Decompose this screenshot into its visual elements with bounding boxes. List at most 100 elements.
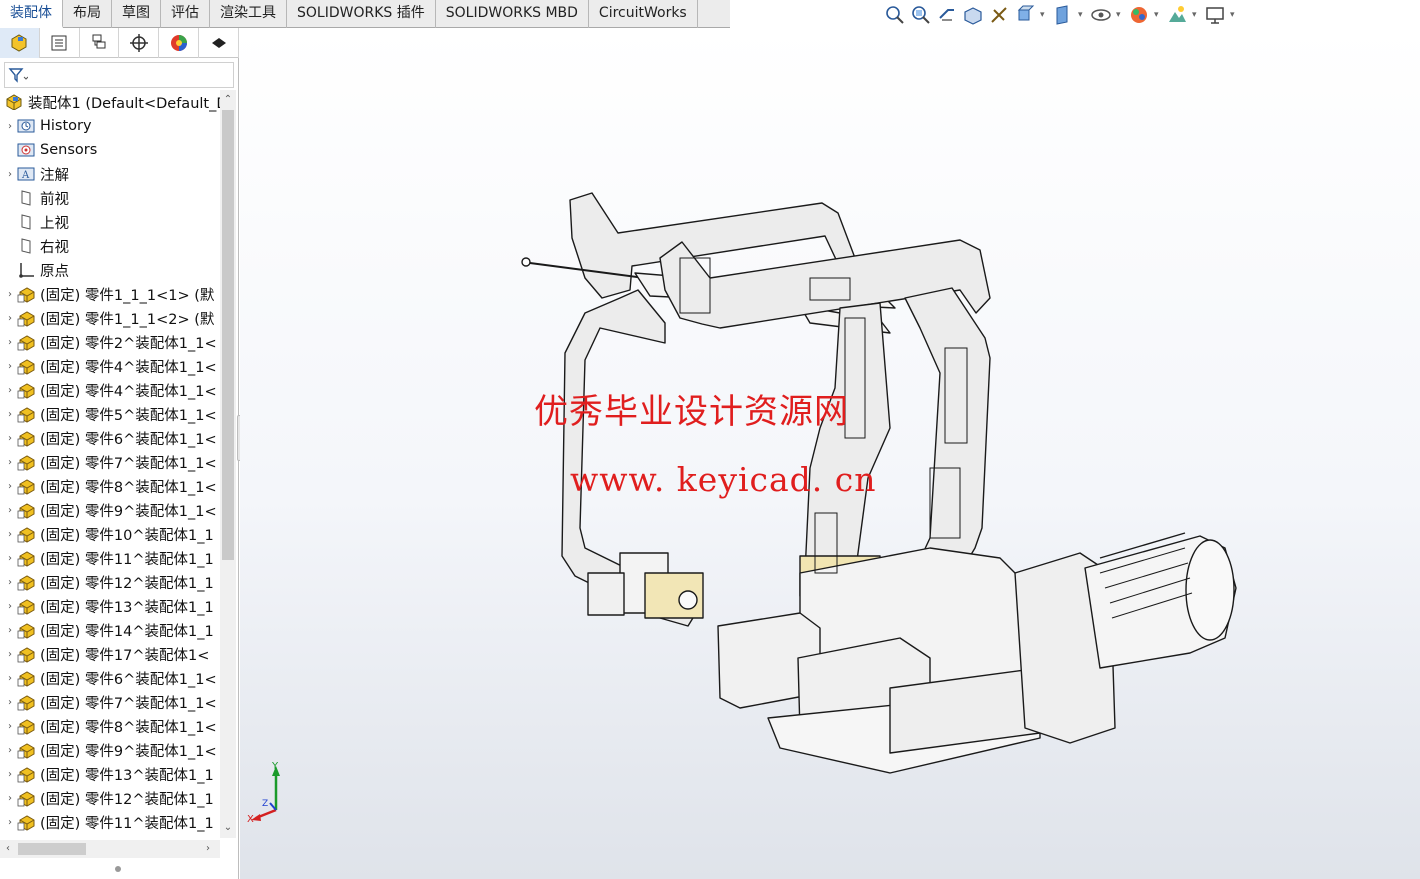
featuremanager-icon[interactable]	[0, 28, 40, 58]
tree-item[interactable]: › (固定) 零件12^装配体1_1	[0, 786, 220, 810]
configurationmanager-icon[interactable]	[80, 28, 120, 58]
tab-0[interactable]: 装配体	[0, 0, 63, 28]
view-settings-icon[interactable]	[1204, 4, 1226, 26]
tree-item[interactable]: › (固定) 零件13^装配体1_1	[0, 594, 220, 618]
expand-caret-icon[interactable]: ›	[4, 649, 16, 660]
tab-5[interactable]: SOLIDWORKS 插件	[287, 0, 436, 28]
tree-root[interactable]: 装配体1 (Default<Default_D	[0, 90, 220, 114]
expand-caret-icon[interactable]: ›	[4, 745, 16, 756]
tree-item[interactable]: › (固定) 零件7^装配体1_1<	[0, 690, 220, 714]
tree-item[interactable]: › (固定) 零件7^装配体1_1<	[0, 450, 220, 474]
propertymanager-icon[interactable]	[40, 28, 80, 58]
horizontal-scroll-thumb[interactable]	[18, 843, 86, 855]
expand-caret-icon[interactable]: ›	[4, 433, 16, 444]
scroll-up-icon[interactable]: ⌃	[220, 92, 236, 108]
tree-item[interactable]: › (固定) 零件4^装配体1_1<	[0, 378, 220, 402]
tree-item[interactable]: › (固定) 零件14^装配体1_1	[0, 618, 220, 642]
tree-item[interactable]: › (固定) 零件10^装配体1_1	[0, 522, 220, 546]
edit-appearance-icon[interactable]	[1128, 4, 1150, 26]
scroll-left-icon[interactable]: ‹	[0, 841, 16, 857]
chevron-down-icon[interactable]: ▾	[1192, 10, 1200, 20]
zoom-to-area-icon[interactable]	[910, 4, 932, 26]
section-view-icon[interactable]	[962, 4, 984, 26]
tree-item[interactable]: › (固定) 零件11^装配体1_1	[0, 810, 220, 834]
tree-item[interactable]: › History	[0, 114, 220, 138]
tree-item[interactable]: › A 注解	[0, 162, 220, 186]
tree-item[interactable]: › (固定) 零件5^装配体1_1<	[0, 402, 220, 426]
tree-item[interactable]: › (固定) 零件11^装配体1_1	[0, 546, 220, 570]
tab-7[interactable]: CircuitWorks	[589, 0, 698, 28]
tree-item[interactable]: 右视	[0, 234, 220, 258]
expand-caret-icon[interactable]: ›	[4, 769, 16, 780]
expand-caret-icon[interactable]: ›	[4, 601, 16, 612]
tree-item[interactable]: › (固定) 零件13^装配体1_1	[0, 762, 220, 786]
tab-3[interactable]: 评估	[161, 0, 210, 28]
previous-view-icon[interactable]	[936, 4, 958, 26]
tree-item[interactable]: › (固定) 零件4^装配体1_1<	[0, 354, 220, 378]
hide-show-items-icon[interactable]	[1090, 4, 1112, 26]
tree-horizontal-scrollbar[interactable]: ‹ ›	[0, 840, 220, 858]
expand-caret-icon[interactable]: ›	[4, 529, 16, 540]
expand-caret-icon[interactable]: ›	[4, 793, 16, 804]
expand-caret-icon[interactable]: ›	[4, 289, 16, 300]
scroll-thumb[interactable]	[222, 110, 234, 560]
expand-caret-icon[interactable]: ›	[4, 409, 16, 420]
cam-icon[interactable]	[199, 28, 239, 58]
expand-caret-icon[interactable]: ›	[4, 169, 16, 180]
chevron-down-icon[interactable]: ▾	[1230, 10, 1238, 20]
tree-item[interactable]: › (固定) 零件17^装配体1<	[0, 642, 220, 666]
expand-caret-icon[interactable]: ›	[4, 697, 16, 708]
expand-caret-icon[interactable]: ›	[4, 505, 16, 516]
tree-item[interactable]: › (固定) 零件2^装配体1_1<	[0, 330, 220, 354]
expand-caret-icon[interactable]: ›	[4, 817, 16, 828]
tree-vertical-scrollbar[interactable]: ⌃ ⌄	[220, 90, 236, 838]
expand-caret-icon[interactable]: ›	[4, 625, 16, 636]
tree-item[interactable]: › (固定) 零件8^装配体1_1<	[0, 714, 220, 738]
tree-item[interactable]: › (固定) 零件1_1_1<1> (默	[0, 282, 220, 306]
expand-caret-icon[interactable]: ›	[4, 385, 16, 396]
tree-item[interactable]: › (固定) 零件9^装配体1_1<	[0, 498, 220, 522]
expand-caret-icon[interactable]: ›	[4, 337, 16, 348]
expand-caret-icon[interactable]: ›	[4, 553, 16, 564]
tree-item[interactable]: › (固定) 零件1_1_1<2> (默	[0, 306, 220, 330]
expand-caret-icon[interactable]: ›	[4, 673, 16, 684]
scroll-right-icon[interactable]: ›	[200, 841, 216, 857]
expand-caret-icon[interactable]: ›	[4, 457, 16, 468]
view-orientation-icon[interactable]	[1014, 4, 1036, 26]
dynamic-annotation-icon[interactable]	[988, 4, 1010, 26]
tab-2[interactable]: 草图	[112, 0, 161, 28]
graphics-area[interactable]: 优秀毕业设计资源网 www. keyicad. cn Y X Z	[240, 28, 1420, 879]
tree-item[interactable]: 原点	[0, 258, 220, 282]
expand-caret-icon[interactable]: ›	[4, 313, 16, 324]
pane-resize-grip[interactable]	[115, 866, 121, 872]
display-style-icon[interactable]	[1052, 4, 1074, 26]
tree-item[interactable]: › (固定) 零件6^装配体1_1<	[0, 426, 220, 450]
tree-item[interactable]: › (固定) 零件12^装配体1_1	[0, 570, 220, 594]
tree-item[interactable]: Sensors	[0, 138, 220, 162]
tree-item[interactable]: › (固定) 零件9^装配体1_1<	[0, 738, 220, 762]
apply-scene-icon[interactable]	[1166, 4, 1188, 26]
assembly-model[interactable]	[240, 28, 1420, 879]
tab-1[interactable]: 布局	[63, 0, 112, 28]
expand-caret-icon[interactable]: ›	[4, 721, 16, 732]
chevron-down-icon[interactable]: ▾	[1154, 10, 1162, 20]
tree-item[interactable]: › (固定) 零件6^装配体1_1<	[0, 666, 220, 690]
expand-caret-icon[interactable]: ›	[4, 121, 16, 132]
zoom-to-fit-icon[interactable]	[884, 4, 906, 26]
expand-caret-icon[interactable]: ›	[4, 481, 16, 492]
dimxpertmanager-icon[interactable]	[119, 28, 160, 58]
tab-4[interactable]: 渲染工具	[210, 0, 287, 28]
scroll-down-icon[interactable]: ⌄	[220, 820, 236, 836]
chevron-down-icon[interactable]: ▾	[1040, 10, 1048, 20]
tree-item[interactable]: 前视	[0, 186, 220, 210]
expand-caret-icon[interactable]: ›	[4, 361, 16, 372]
chevron-down-icon[interactable]: ▾	[1116, 10, 1124, 20]
tree-filter[interactable]	[4, 62, 234, 88]
expand-caret-icon[interactable]: ›	[4, 577, 16, 588]
chevron-down-icon[interactable]: ▾	[1078, 10, 1086, 20]
tree-item[interactable]: › (固定) 零件8^装配体1_1<	[0, 474, 220, 498]
tab-6[interactable]: SOLIDWORKS MBD	[436, 0, 589, 28]
displaymanager-icon[interactable]	[159, 28, 200, 58]
tree-item[interactable]: 上视	[0, 210, 220, 234]
filter-icon[interactable]	[8, 67, 28, 83]
